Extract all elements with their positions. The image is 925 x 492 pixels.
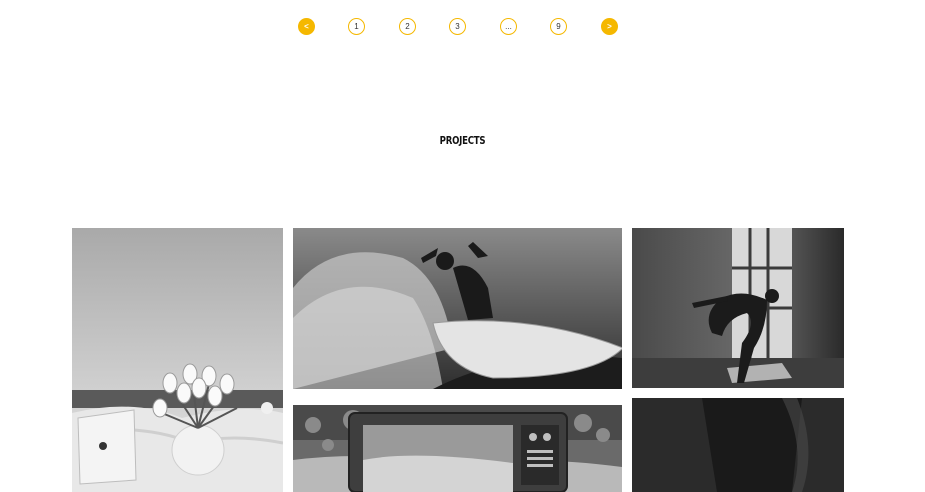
gallery-item-surfer-wave[interactable] (293, 228, 622, 389)
gallery-item-retro-tv-river[interactable] (293, 405, 622, 492)
pagination: < 1 2 3 ... 9 > (0, 18, 925, 36)
gallery-item-tulips-laptop[interactable] (72, 228, 283, 492)
dark-fabric-photo (632, 398, 844, 492)
pagination-page-3[interactable]: 3 (449, 18, 466, 35)
pagination-page-1[interactable]: 1 (348, 18, 365, 35)
pagination-prev-button[interactable]: < (298, 18, 315, 35)
section-title: PROJECTS (439, 134, 486, 148)
gallery-item-dancer-window[interactable] (632, 228, 844, 388)
pagination-page-2[interactable]: 2 (399, 18, 416, 35)
pagination-next-button[interactable]: > (601, 18, 618, 35)
pagination-ellipsis[interactable]: ... (500, 18, 517, 35)
tulips-laptop-photo (72, 228, 283, 492)
dancer-window-photo (632, 228, 844, 388)
surfer-wave-photo (293, 228, 622, 389)
pagination-page-9[interactable]: 9 (550, 18, 567, 35)
gallery-item-dark-fabric[interactable] (632, 398, 844, 492)
retro-tv-river-photo (293, 405, 622, 492)
